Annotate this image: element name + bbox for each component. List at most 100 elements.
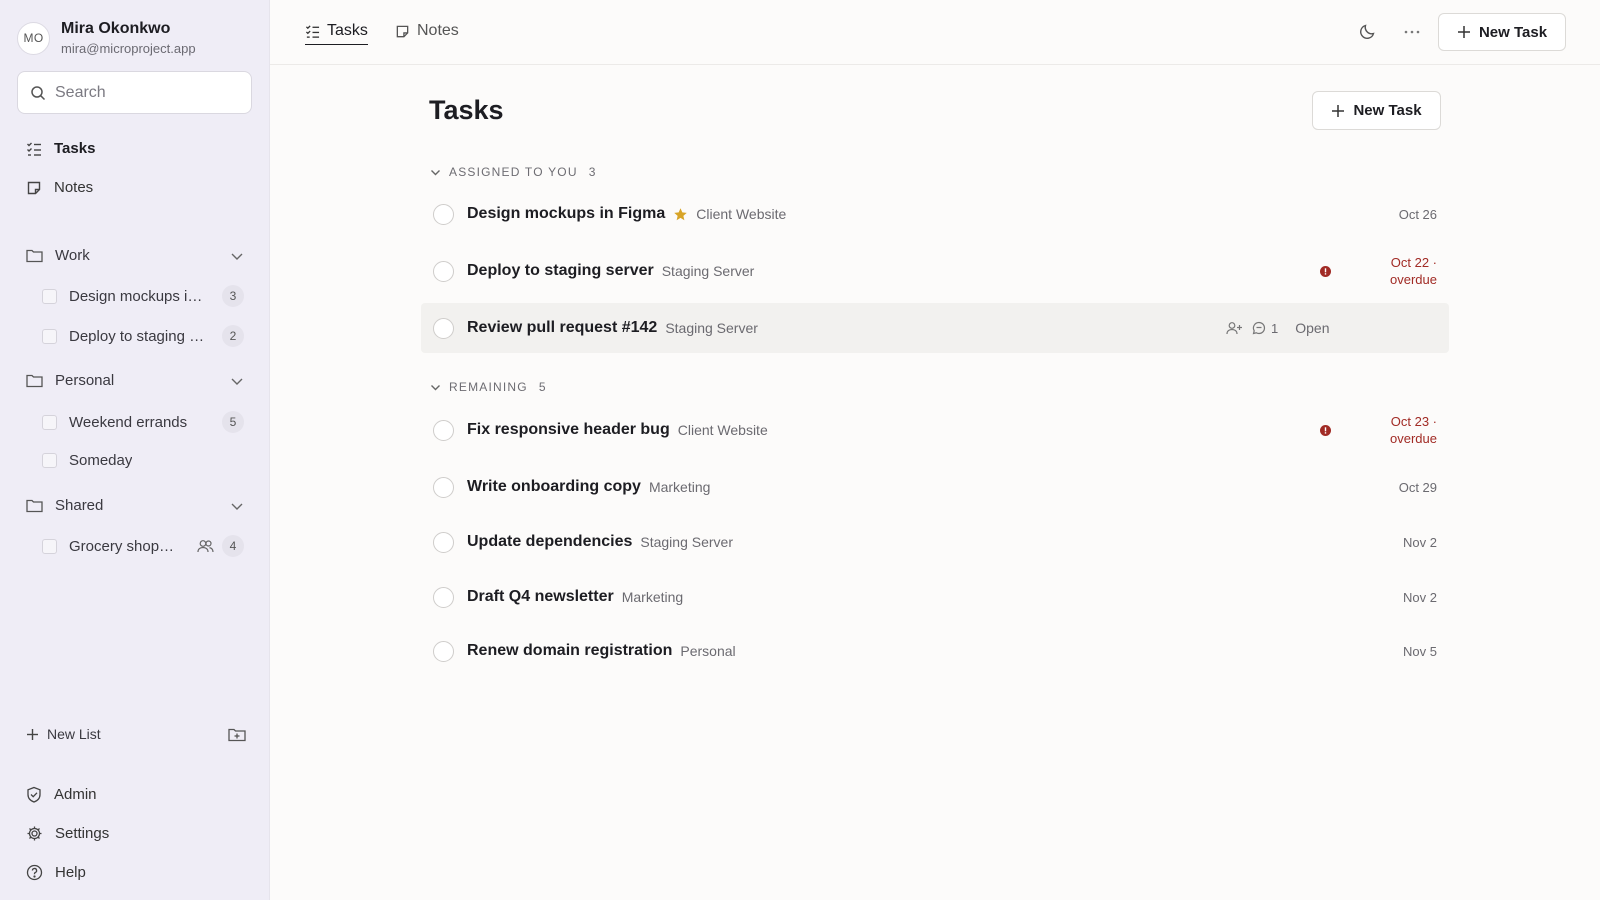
assign-user-icon[interactable] [1226, 321, 1243, 335]
sidebar-item-settings[interactable]: Settings [26, 825, 109, 842]
task-row[interactable]: Design mockups in Figma Client Website O… [421, 189, 1449, 239]
overdue-text: overdue [1390, 272, 1437, 287]
list-checkbox[interactable] [42, 328, 57, 344]
plus-icon [1332, 104, 1345, 117]
section-count: 5 [538, 380, 546, 394]
task-status[interactable]: Open [1295, 320, 1329, 336]
list-item-grocery-shopping[interactable]: Grocery shopping 4 [42, 535, 244, 557]
task-title: Write onboarding copy [467, 478, 641, 495]
task-row[interactable]: Deploy to staging server Staging Server … [421, 246, 1449, 296]
task-row[interactable]: Fix responsive header bug Client Website… [421, 405, 1449, 455]
folder-shared[interactable]: Shared [26, 497, 244, 514]
chevron-down-icon[interactable] [230, 374, 244, 388]
due-date-text: Oct 22 · [1390, 255, 1437, 270]
new-task-button[interactable]: New Task [1312, 91, 1441, 130]
folder-icon [26, 374, 43, 388]
section-remaining[interactable]: REMAINING 5 [430, 380, 546, 394]
task-checkbox[interactable] [433, 531, 454, 553]
sidebar-item-label: Settings [55, 825, 110, 842]
task-due-date: Nov 2 [1403, 589, 1437, 605]
dark-mode-toggle[interactable] [1359, 22, 1377, 40]
task-due-date-overdue: Oct 23 · overdue [1390, 413, 1437, 447]
task-due-date: Nov 5 [1403, 643, 1437, 659]
task-row[interactable]: Write onboarding copy Marketing Oct 29 [421, 462, 1449, 512]
task-project: Staging Server [665, 320, 758, 336]
tab-label: Notes [417, 22, 459, 39]
folder-work[interactable]: Work [26, 247, 244, 264]
section-label: REMAINING [449, 380, 528, 394]
folder-personal[interactable]: Personal [26, 372, 244, 389]
count-badge: 2 [222, 325, 244, 347]
sidebar-item-admin[interactable]: Admin [26, 786, 97, 803]
search-icon [31, 85, 46, 100]
list-label: Weekend errands [69, 413, 188, 431]
task-checkbox[interactable] [433, 476, 454, 498]
list-label: Deploy to staging server [69, 327, 207, 345]
task-due-date: Oct 29 [1398, 479, 1437, 495]
chevron-down-icon[interactable] [230, 249, 244, 263]
list-checkbox[interactable] [42, 538, 57, 554]
checklist-icon [27, 142, 41, 156]
task-row[interactable]: Draft Q4 newsletter Marketing Nov 2 [421, 572, 1449, 622]
count-badge: 5 [222, 411, 244, 433]
alert-icon [1320, 265, 1331, 277]
task-title: Deploy to staging server [467, 262, 654, 279]
task-row[interactable]: Review pull request #142 Staging Server … [421, 303, 1449, 353]
new-task-label: New Task [1353, 102, 1422, 119]
comment-icon[interactable] [1252, 321, 1266, 335]
task-project: Marketing [648, 479, 711, 495]
new-folder-icon[interactable] [228, 727, 246, 742]
tab-notes[interactable]: Notes [395, 22, 459, 40]
folder-icon [26, 249, 43, 263]
list-item-deploy-staging[interactable]: Deploy to staging server 2 [42, 325, 244, 347]
gear-icon [27, 826, 42, 841]
sidebar-item-tasks[interactable]: Tasks [26, 140, 95, 157]
list-item-someday[interactable]: Someday [42, 452, 244, 469]
moon-icon [1360, 24, 1375, 39]
avatar: MO [17, 21, 50, 55]
user-profile[interactable]: MO Mira Okonkwo mira@microproject.app [17, 20, 196, 56]
search-input[interactable] [55, 83, 235, 102]
task-title: Fix responsive header bug [467, 421, 670, 438]
task-due-date-overdue: Oct 22 · overdue [1390, 254, 1437, 288]
plus-icon [1457, 26, 1470, 38]
list-checkbox[interactable] [42, 414, 57, 430]
list-item-design-mockups[interactable]: Design mockups in Figma 3 [42, 285, 244, 307]
task-row[interactable]: Renew domain registration Personal Nov 5 [421, 626, 1449, 676]
task-checkbox[interactable] [433, 317, 454, 339]
sidebar-item-notes[interactable]: Notes [26, 179, 93, 196]
new-list-button[interactable]: New List [26, 726, 246, 742]
page-title: Tasks [429, 95, 504, 125]
sidebar-item-label: Tasks [54, 140, 96, 157]
task-row[interactable]: Update dependencies Staging Server Nov 2 [421, 517, 1449, 567]
task-checkbox[interactable] [433, 260, 454, 282]
sidebar-item-help[interactable]: Help [26, 864, 86, 881]
task-project: Staging Server [640, 534, 733, 550]
section-label: ASSIGNED TO YOU [449, 165, 578, 179]
section-assigned-to-you[interactable]: ASSIGNED TO YOU 3 [430, 165, 595, 179]
list-checkbox[interactable] [42, 288, 57, 304]
list-checkbox[interactable] [42, 453, 57, 468]
task-checkbox[interactable] [433, 419, 454, 441]
task-checkbox[interactable] [433, 640, 454, 662]
top-bar: Tasks Notes New Task [270, 0, 1600, 65]
search-box[interactable] [17, 71, 252, 114]
folder-label: Shared [55, 497, 104, 514]
task-checkbox[interactable] [433, 586, 454, 608]
star-icon[interactable] [673, 207, 688, 222]
folder-label: Work [55, 247, 90, 264]
shield-icon [27, 786, 41, 803]
list-item-weekend-errands[interactable]: Weekend errands 5 [42, 411, 244, 433]
count-badge: 4 [222, 535, 244, 557]
user-email: mira@microproject.app [61, 41, 196, 56]
tab-tasks[interactable]: Tasks [305, 22, 368, 45]
task-project: Client Website [677, 422, 768, 438]
sidebar-item-label: Admin [54, 786, 97, 803]
chevron-down-icon[interactable] [230, 499, 244, 513]
shared-users-icon [197, 540, 214, 553]
task-checkbox[interactable] [433, 203, 454, 225]
task-meta: 1 Open [1226, 320, 1329, 336]
more-options-button[interactable] [1404, 30, 1420, 34]
topbar-new-task-button[interactable]: New Task [1438, 13, 1566, 51]
task-project: Staging Server [661, 263, 755, 279]
